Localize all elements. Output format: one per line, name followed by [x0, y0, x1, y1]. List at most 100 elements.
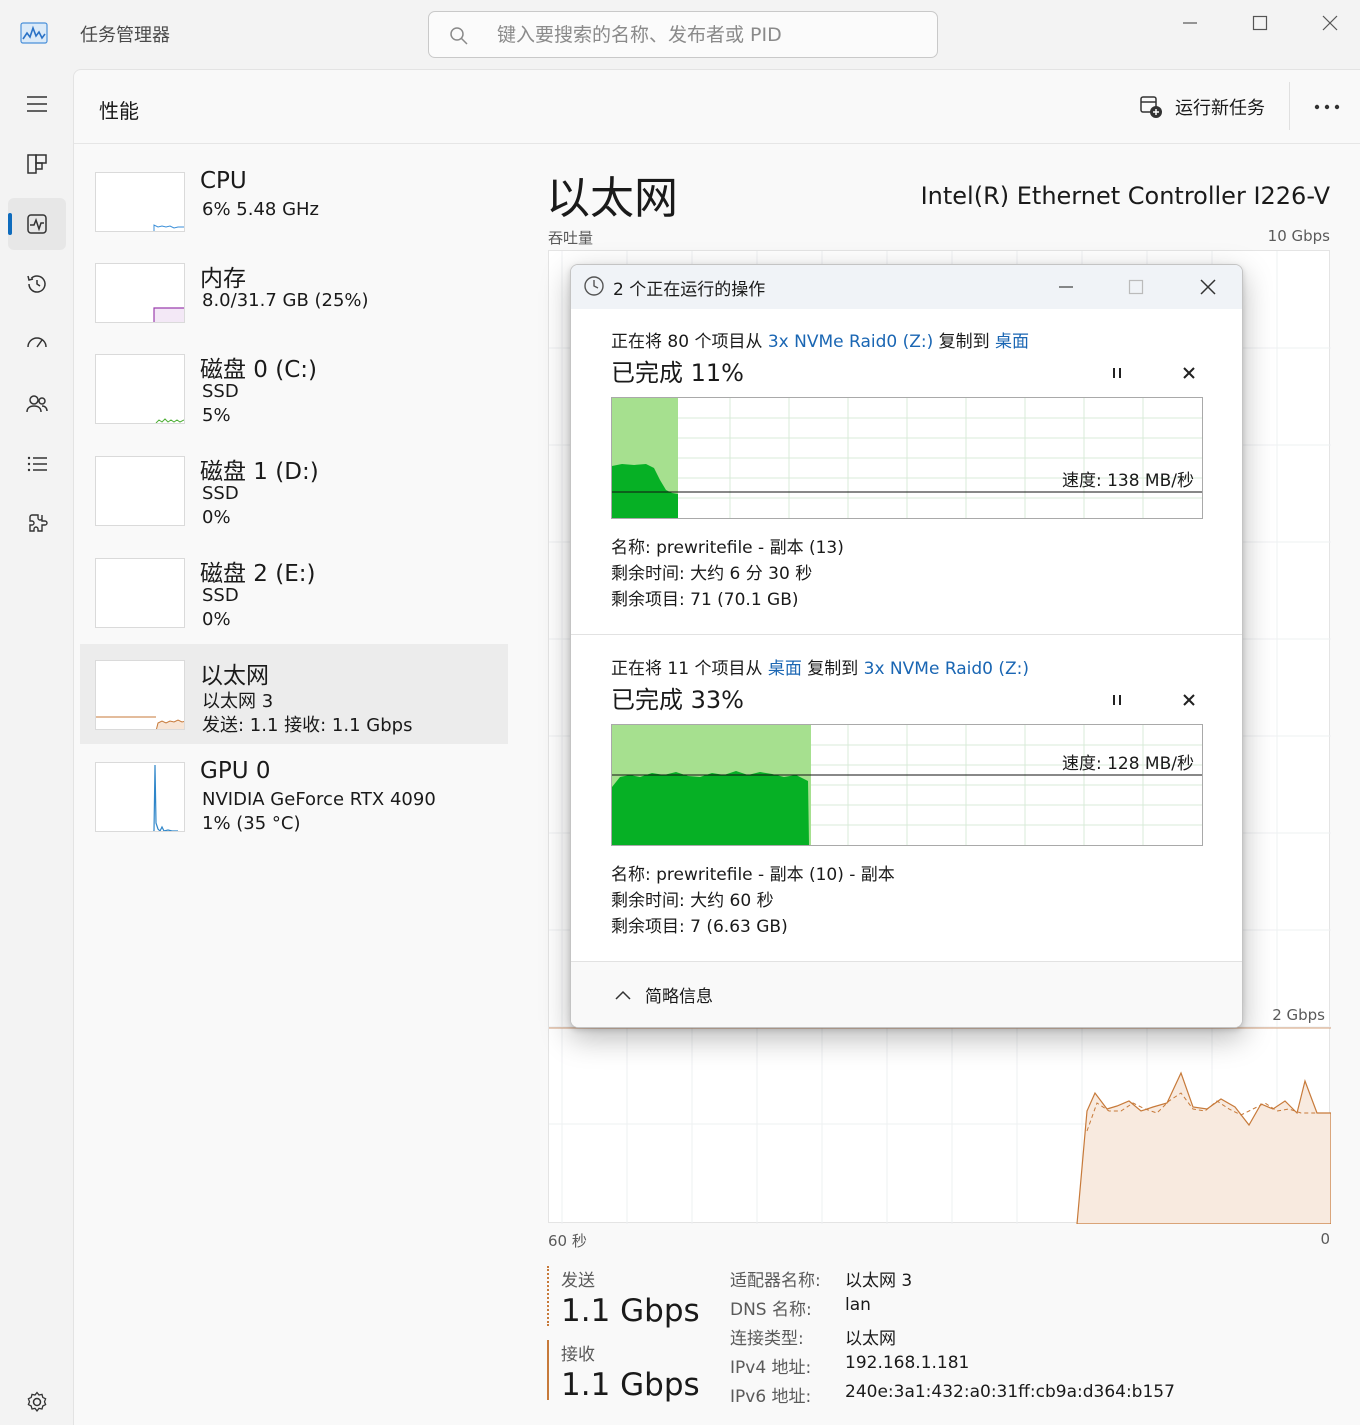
- prop-value: 以太网 3: [845, 1271, 913, 1291]
- nav-app-history[interactable]: [8, 258, 66, 310]
- nav-services[interactable]: [8, 498, 66, 550]
- device-disk-0[interactable]: 磁盘 0 (C:) SSD 5%: [80, 338, 508, 438]
- device-type: SSD: [202, 381, 239, 402]
- prop-value: 192.168.1.181: [845, 1353, 970, 1373]
- title-bar: 任务管理器: [0, 0, 1360, 70]
- device-name: 磁盘 0 (C:): [200, 357, 318, 383]
- cancel-operation-button[interactable]: [1175, 359, 1203, 387]
- device-detail: 8.0/31.7 GB (25%): [202, 290, 369, 311]
- source-link[interactable]: 桌面: [768, 659, 802, 679]
- desc-middle: 复制到: [801, 659, 864, 679]
- cancel-operation-button[interactable]: [1175, 686, 1203, 714]
- task-manager-app-icon: [20, 22, 48, 44]
- minimize-button[interactable]: [1160, 8, 1220, 38]
- copy-progress-dialog: 2 个正在运行的操作 正在将 80 个项目从 3x NVMe Raid0 (Z:…: [570, 264, 1243, 1028]
- device-name: 以太网: [200, 663, 269, 689]
- hamburger-icon: [27, 96, 47, 112]
- nav-menu-button[interactable]: [8, 78, 66, 130]
- nav-performance[interactable]: [8, 198, 66, 250]
- prop-key: 适配器名称:: [730, 1271, 821, 1291]
- send-stat: 发送 1.1 Gbps: [547, 1266, 717, 1329]
- more-options-button[interactable]: [1309, 92, 1345, 122]
- pause-button[interactable]: [1103, 686, 1131, 714]
- device-name: GPU 0: [200, 758, 271, 784]
- pause-button[interactable]: [1103, 359, 1131, 387]
- device-disk-1[interactable]: 磁盘 1 (D:) SSD 0%: [80, 440, 508, 540]
- dialog-close-button[interactable]: [1191, 273, 1225, 301]
- more-icon: [1314, 104, 1340, 110]
- page-title: 性能: [99, 99, 139, 123]
- adapter-properties: 适配器名称: 以太网 3 DNS 名称: lan 连接类型: 以太网 IPv4 地址:…: [730, 1266, 1175, 1411]
- source-link[interactable]: 3x NVMe Raid0 (Z:): [768, 332, 933, 352]
- desc-prefix: 正在将 11 个项目从: [611, 659, 768, 679]
- throughput-label: 吞吐量: [548, 229, 594, 247]
- desc-prefix: 正在将 80 个项目从: [611, 332, 768, 352]
- app-title: 任务管理器: [80, 25, 170, 46]
- speedometer-icon: [27, 337, 47, 348]
- device-ethernet[interactable]: 以太网 以太网 3 发送: 1.1 接收: 1.1 Gbps: [80, 644, 508, 744]
- nav-details[interactable]: [8, 438, 66, 490]
- device-memory[interactable]: 内存 8.0/31.7 GB (25%): [80, 247, 508, 347]
- device-cpu[interactable]: CPU 6% 5.48 GHz: [80, 156, 508, 256]
- disk2-mini-graph: [95, 558, 185, 628]
- fewer-details-button[interactable]: 简略信息: [615, 982, 713, 1007]
- nav-processes[interactable]: [8, 138, 66, 190]
- dialog-minimize-button[interactable]: [1051, 273, 1081, 301]
- prop-row: DNS 名称: lan: [730, 1295, 1175, 1324]
- operation-description: 正在将 80 个项目从 3x NVMe Raid0 (Z:) 复制到 桌面: [611, 327, 1029, 352]
- nav-startup-apps[interactable]: [8, 318, 66, 370]
- device-gpu-0[interactable]: GPU 0 NVIDIA GeForce RTX 4090 1% (35 °C): [80, 746, 508, 846]
- close-icon: [1200, 279, 1216, 295]
- history-icon: [27, 275, 46, 293]
- close-button[interactable]: [1300, 8, 1360, 38]
- prop-value: 240e:3a1:432:a0:31ff:cb9a:d364:b157: [845, 1382, 1175, 1402]
- minimize-icon: [1059, 286, 1073, 288]
- operation-divider: [571, 634, 1242, 635]
- transfer-speed: 速度: 128 MB/秒: [1061, 754, 1194, 774]
- maximize-icon: [1128, 279, 1144, 295]
- prop-key: 连接类型:: [730, 1329, 804, 1349]
- time-remaining: 剩余时间: 大约 60 秒: [611, 891, 774, 911]
- send-value: 1.1 Gbps: [561, 1293, 700, 1329]
- run-new-task-button[interactable]: 运行新任务: [1139, 92, 1265, 122]
- items-remaining: 剩余项目: 71 (70.1 GB): [611, 590, 799, 610]
- device-usage: 1% (35 °C): [202, 813, 301, 834]
- receive-value: 1.1 Gbps: [561, 1367, 700, 1403]
- run-new-task-label: 运行新任务: [1175, 98, 1265, 119]
- gpu-mini-graph: [95, 762, 185, 832]
- search-input[interactable]: [497, 20, 917, 50]
- destination-link[interactable]: 3x NVMe Raid0 (Z:): [864, 659, 1029, 679]
- time-end-label: 0: [1320, 1230, 1330, 1248]
- operation-description: 正在将 11 个项目从 桌面 复制到 3x NVMe Raid0 (Z:): [611, 654, 1029, 679]
- dialog-body: 正在将 80 个项目从 3x NVMe Raid0 (Z:) 复制到 桌面 已完…: [571, 309, 1242, 989]
- prop-key: IPv6 地址:: [730, 1387, 812, 1407]
- dialog-title: 2 个正在运行的操作: [613, 280, 766, 300]
- prop-key: IPv4 地址:: [730, 1358, 812, 1378]
- nav-settings[interactable]: [8, 1376, 66, 1425]
- clock-icon: [584, 276, 604, 296]
- device-disk-2[interactable]: 磁盘 2 (E:) SSD 0%: [80, 542, 508, 642]
- maximize-button[interactable]: [1230, 8, 1290, 38]
- disk0-mini-graph: [95, 354, 185, 424]
- receive-stat: 接收 1.1 Gbps: [547, 1340, 717, 1403]
- search-icon: [450, 27, 468, 45]
- prop-key: DNS 名称:: [730, 1300, 812, 1320]
- dialog-title-bar: 2 个正在运行的操作: [571, 265, 1242, 309]
- header-divider: [1289, 82, 1290, 130]
- dialog-footer: 简略信息: [571, 961, 1242, 1027]
- nav-users[interactable]: [8, 378, 66, 430]
- cancel-icon: [1183, 694, 1195, 706]
- maximize-icon: [1252, 15, 1268, 31]
- device-type: SSD: [202, 585, 239, 606]
- destination-link[interactable]: 桌面: [995, 332, 1029, 352]
- adapter-model: Intel(R) Ethernet Controller I226-V: [920, 182, 1330, 210]
- device-usage: 0%: [202, 507, 231, 528]
- fewer-details-label: 简略信息: [645, 987, 713, 1007]
- desc-middle: 复制到: [933, 332, 996, 352]
- search-box[interactable]: [428, 11, 938, 58]
- cpu-mini-graph: [95, 172, 185, 232]
- prop-value: 以太网: [845, 1329, 896, 1349]
- prop-row: IPv6 地址: 240e:3a1:432:a0:31ff:cb9a:d364:b…: [730, 1382, 1175, 1411]
- pause-icon: [1113, 368, 1121, 378]
- transfer-graph-2: [612, 725, 1202, 845]
